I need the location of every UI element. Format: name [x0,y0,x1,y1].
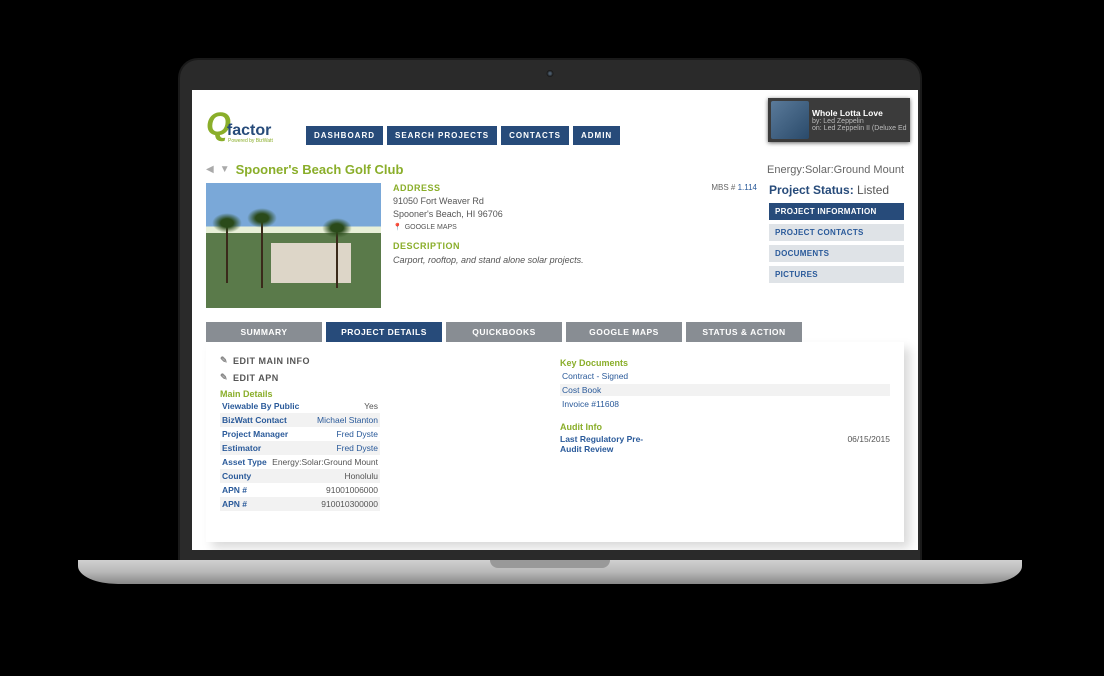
pencil-icon: ✎ [220,355,228,366]
chevron-left-icon[interactable]: ◀ [206,164,214,175]
doc-link[interactable]: Invoice #11608 [560,398,890,410]
nav-contacts[interactable]: CONTACTS [501,126,569,145]
kv-key: Estimator [222,443,261,453]
logo[interactable]: Qfactor Powered by BizWatt [206,112,286,152]
kv-val-link[interactable]: Michael Stanton [317,415,378,425]
status-column: Project Status: Listed PROJECT INFORMATI… [769,183,904,308]
kv-val: 910010300000 [321,499,378,509]
audit-row: Last Regulatory Pre-Audit Review 06/15/2… [560,434,890,454]
tab-project-details[interactable]: PROJECT DETAILS [326,322,442,342]
np-artist: by: Led Zeppelin [812,118,910,125]
edit-apn[interactable]: ✎ EDIT APN [220,372,520,383]
kv-val: Honolulu [344,471,378,481]
panel-left: ✎ EDIT MAIN INFO ✎ EDIT APN Main Details… [220,352,520,532]
nav-search-projects[interactable]: SEARCH PROJECTS [387,126,497,145]
app-screen: Welcome Fred D Qfactor Powered by BizWat… [192,90,918,550]
main-details-table: Viewable By Public Yes BizWatt Contact Mic… [220,399,380,511]
main-details-heading: Main Details [220,389,520,399]
mbs-number: MBS # 1.114 [711,183,757,192]
kv-val-link[interactable]: Fred Dyste [336,443,378,453]
np-album: on: Led Zeppelin II (Deluxe Ed [812,125,910,132]
description-text: Carport, rooftop, and stand alone solar … [393,255,757,265]
kv-val-link[interactable]: Fred Dyste [336,429,378,439]
kv-key: Asset Type [222,457,267,467]
kv-key: APN # [222,499,247,509]
doc-link[interactable]: Contract - Signed [560,370,890,382]
audit-info-heading: Audit Info [560,422,890,432]
tab-google-maps[interactable]: GOOGLE MAPS [566,322,682,342]
audit-value: 06/15/2015 [847,434,890,454]
project-status: Project Status: Listed [769,183,904,197]
side-documents[interactable]: DOCUMENTS [769,245,904,262]
laptop-camera [547,70,554,77]
logo-sub: Powered by BizWatt [228,138,286,144]
address-line1: 91050 Fort Weaver Rd [393,196,757,206]
project-photo [206,183,381,308]
main-columns: MBS # 1.114 ADDRESS 91050 Fort Weaver Rd… [206,183,904,308]
kv-key: APN # [222,485,247,495]
pencil-icon: ✎ [220,372,228,383]
key-documents-heading: Key Documents [560,358,890,368]
breadcrumb-row: ◀ ▼ Spooner's Beach Golf Club Energy:Sol… [206,162,904,177]
laptop-base [78,560,1022,584]
address-line2: Spooner's Beach, HI 96706 [393,209,757,219]
kv-key: Viewable By Public [222,401,299,411]
tab-quickbooks[interactable]: QUICKBOOKS [446,322,562,342]
kv-val: Energy:Solar:Ground Mount [272,457,378,467]
project-info: MBS # 1.114 ADDRESS 91050 Fort Weaver Rd… [393,183,757,308]
panel-right: Key Documents Contract - Signed Cost Boo… [560,352,890,532]
kv-key: BizWatt Contact [222,415,287,425]
kv-val: Yes [364,401,378,411]
audit-label: Last Regulatory Pre-Audit Review [560,434,650,454]
tab-status-action[interactable]: STATUS & ACTION [686,322,802,342]
description-heading: DESCRIPTION [393,241,757,251]
project-category: Energy:Solar:Ground Mount [767,164,904,176]
album-art [771,101,809,139]
side-project-information[interactable]: PROJECT INFORMATION [769,203,904,220]
address-heading: ADDRESS [393,183,757,193]
tab-summary[interactable]: SUMMARY [206,322,322,342]
side-pictures[interactable]: PICTURES [769,266,904,283]
project-title: Spooner's Beach Golf Club [236,162,404,177]
kv-val: 91001006000 [326,485,378,495]
map-pin-icon: 📍 [393,223,402,231]
status-side-nav: PROJECT INFORMATION PROJECT CONTACTS DOC… [769,203,904,283]
nav-dashboard[interactable]: DASHBOARD [306,126,383,145]
side-project-contacts[interactable]: PROJECT CONTACTS [769,224,904,241]
app-root: Welcome Fred D Qfactor Powered by BizWat… [192,90,918,550]
np-title: Whole Lotta Love [812,108,910,118]
navbar: DASHBOARD SEARCH PROJECTS CONTACTS ADMIN [306,126,620,145]
doc-link[interactable]: Cost Book [560,384,890,396]
kv-key: Project Manager [222,429,288,439]
chevron-down-icon[interactable]: ▼ [220,164,230,175]
details-panel: ✎ EDIT MAIN INFO ✎ EDIT APN Main Details… [206,342,904,542]
laptop-notch [490,560,610,568]
kv-key: County [222,471,251,481]
google-maps-link[interactable]: 📍 GOOGLE MAPS [393,223,757,231]
edit-main-info[interactable]: ✎ EDIT MAIN INFO [220,355,520,366]
nav-admin[interactable]: ADMIN [573,126,620,145]
now-playing-widget[interactable]: Whole Lotta Love by: Led Zeppelin on: Le… [768,98,910,142]
tabs: SUMMARY PROJECT DETAILS QUICKBOOKS GOOGL… [206,322,904,342]
